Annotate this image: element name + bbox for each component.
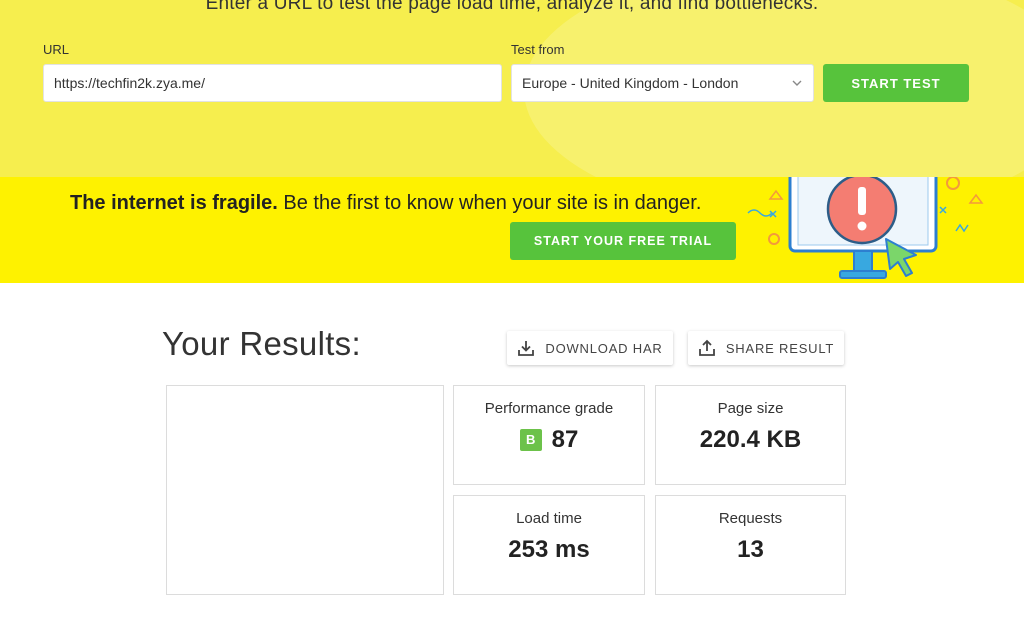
download-icon: [518, 341, 535, 356]
test-form-section: Enter a URL to test the page load time, …: [0, 0, 1024, 177]
hero-tagline: Enter a URL to test the page load time, …: [205, 0, 819, 14]
test-location-select[interactable]: Europe - United Kingdom - London: [511, 64, 814, 102]
performance-grade-card: Performance grade B 87: [453, 385, 645, 485]
grade-badge: B: [519, 429, 542, 451]
performance-score: 87: [551, 426, 579, 453]
load-time-label: Load time: [516, 510, 582, 527]
performance-grade-value: B 87: [454, 426, 644, 454]
download-har-button[interactable]: DOWNLOAD HAR: [507, 331, 673, 365]
results-title: Your Results:: [162, 325, 361, 362]
requests-label: Requests: [718, 510, 783, 527]
page-size-card: Page size 220.4 KB: [655, 385, 846, 485]
chevron-down-icon: [792, 80, 802, 86]
requests-value: 13: [737, 536, 764, 563]
test-from-label: Test from: [511, 42, 565, 57]
requests-card: Requests 13: [655, 495, 846, 595]
share-result-label: SHARE RESULT: [725, 340, 835, 356]
download-har-label: DOWNLOAD HAR: [545, 340, 663, 356]
banner-headline-bold: The internet is fragile.: [70, 192, 278, 214]
page-size-label: Page size: [717, 400, 784, 417]
start-test-button[interactable]: START TEST: [823, 64, 969, 102]
free-trial-button[interactable]: START YOUR FREE TRIAL: [510, 222, 736, 260]
screenshot-preview: [166, 385, 444, 595]
load-time-value: 253 ms: [508, 536, 590, 563]
load-time-card: Load time 253 ms: [453, 495, 645, 595]
alert-monitor-illustration: [747, 177, 984, 279]
url-input[interactable]: [43, 64, 502, 102]
test-location-value: Europe - United Kingdom - London: [522, 75, 739, 91]
banner-headline-rest: Be the first to know when your site is i…: [277, 192, 702, 214]
share-result-button[interactable]: SHARE RESULT: [688, 331, 844, 365]
share-icon: [698, 339, 715, 356]
url-label: URL: [43, 42, 70, 57]
performance-grade-label: Performance grade: [484, 400, 614, 417]
promo-banner: The internet is fragile. Be the first to…: [0, 177, 1024, 283]
banner-headline: The internet is fragile. Be the first to…: [70, 192, 701, 215]
page-size-value: 220.4 KB: [699, 426, 802, 453]
